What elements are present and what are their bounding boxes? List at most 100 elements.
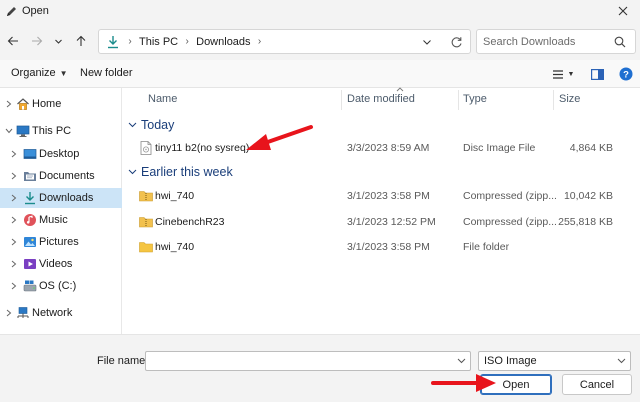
recent-locations-button[interactable] [48,31,68,51]
chevron-down-icon[interactable] [127,120,137,130]
desktop-icon [23,147,37,161]
group-header-today[interactable]: Today [127,115,174,135]
pen-app-icon [4,4,18,18]
new-folder-button[interactable]: New folder [80,67,133,79]
table-row[interactable]: hwi_740 3/1/2023 3:58 PM Compressed (zip… [123,185,640,207]
list-view-icon [552,69,563,79]
table-row[interactable]: tiny11 b2(no sysreq) 3/3/2023 8:59 AM Di… [123,137,640,159]
sidebar-item-label: This PC [32,125,72,137]
table-row[interactable]: CinebenchR23 3/1/2023 12:52 PM Compresse… [123,211,640,233]
chevron-down-icon [54,39,62,44]
file-type: Compressed (zipp... [463,190,557,202]
file-date: 3/3/2023 8:59 AM [347,142,430,154]
table-row[interactable]: hwi_740 3/1/2023 3:58 PM File folder [123,236,640,258]
cancel-button[interactable]: Cancel [562,374,632,395]
sidebar-item-os-c[interactable]: OS (C:) [0,276,122,296]
sidebar-item-label: Music [39,214,68,226]
file-name: CinebenchR23 [155,216,225,228]
file-date: 3/1/2023 3:58 PM [347,190,430,202]
videos-icon [23,257,37,271]
disc-image-file-icon [139,141,153,155]
chevron-down-icon[interactable] [127,167,137,177]
column-header-type[interactable]: Type [463,88,548,110]
breadcrumb-this-pc[interactable]: This PC [139,36,178,48]
dialog-footer: File name: ISO Image Open Cancel [0,334,640,402]
breadcrumb-downloads[interactable]: Downloads [196,36,250,48]
group-label: Earlier this week [141,165,233,179]
file-date: 3/1/2023 3:58 PM [347,241,430,253]
column-header-date[interactable]: Date modified [347,88,457,110]
file-type-value: ISO Image [484,355,537,367]
file-date: 3/1/2023 12:52 PM [347,216,436,228]
file-type: Compressed (zipp... [463,216,557,228]
command-bar: Organize ▼ New folder ▼ ? [0,60,640,88]
sidebar-item-documents[interactable]: Documents [0,166,122,186]
sidebar-item-label: Documents [39,170,95,182]
sidebar-item-home[interactable]: Home [0,94,122,114]
sidebar-item-music[interactable]: Music [0,210,122,230]
pictures-icon [23,235,37,249]
file-type: Disc Image File [463,142,536,154]
breadcrumb-separator: › [185,36,189,47]
file-size: 4,864 KB [569,142,613,154]
svg-text:?: ? [623,69,629,80]
chevron-right-icon[interactable] [10,237,18,247]
column-header-name[interactable]: Name [148,88,338,110]
address-bar[interactable]: › This PC › Downloads › [98,29,471,54]
chevron-right-icon[interactable] [5,308,13,318]
chevron-down-icon [423,40,431,45]
computer-icon [16,124,30,138]
column-header-size[interactable]: Size [559,88,619,110]
sidebar-item-label: Pictures [39,236,79,248]
organize-button[interactable]: Organize ▼ [11,67,68,79]
back-button[interactable] [3,31,23,51]
zip-folder-icon [139,189,153,203]
help-button[interactable]: ? [618,66,634,82]
close-icon [618,6,628,16]
forward-button[interactable] [27,31,47,51]
chevron-right-icon[interactable] [10,193,18,203]
sidebar-item-label: Network [32,307,73,319]
search-input[interactable] [483,35,611,48]
chevron-right-icon[interactable] [10,149,18,159]
chevron-right-icon[interactable] [10,281,18,291]
address-dropdown-button[interactable] [420,35,434,49]
open-button[interactable]: Open [480,374,552,395]
file-name: hwi_740 [155,241,195,253]
group-header-earlier-this-week[interactable]: Earlier this week [127,162,233,182]
title-bar: Open [0,0,640,22]
chevron-down-icon[interactable] [456,356,466,366]
chevron-down-icon[interactable] [5,126,13,136]
breadcrumb-separator: › [128,36,132,47]
change-view-button[interactable]: ▼ [550,66,576,82]
file-type-select[interactable]: ISO Image [478,351,631,371]
file-name-label: File name: [97,355,149,367]
breadcrumb-separator[interactable]: › [254,36,266,47]
column-divider[interactable] [341,90,342,110]
sidebar-item-network[interactable]: Network [0,303,122,323]
chevron-right-icon[interactable] [10,215,18,225]
sidebar-item-label: Home [32,98,62,110]
up-button[interactable] [71,31,91,51]
sidebar-item-desktop[interactable]: Desktop [0,144,122,164]
sidebar-item-label: OS (C:) [39,280,77,292]
chevron-right-icon[interactable] [10,171,18,181]
refresh-button[interactable] [448,34,464,50]
file-name-input[interactable] [150,352,450,370]
search-box[interactable] [476,29,636,54]
column-divider[interactable] [458,90,459,110]
sidebar-item-this-pc[interactable]: This PC [0,121,122,141]
sidebar-item-downloads[interactable]: Downloads [0,188,122,208]
chevron-right-icon[interactable] [10,259,18,269]
home-icon [16,97,30,111]
sidebar-item-videos[interactable]: Videos [0,254,122,274]
chevron-right-icon[interactable] [5,99,13,109]
column-divider[interactable] [553,90,554,110]
preview-pane-button[interactable] [589,66,605,82]
sidebar-item-pictures[interactable]: Pictures [0,232,122,252]
folder-icon [139,240,153,254]
close-window-button[interactable] [606,0,640,22]
chevron-down-icon [616,356,626,366]
file-name-combobox[interactable] [145,351,471,371]
download-icon [105,34,121,50]
